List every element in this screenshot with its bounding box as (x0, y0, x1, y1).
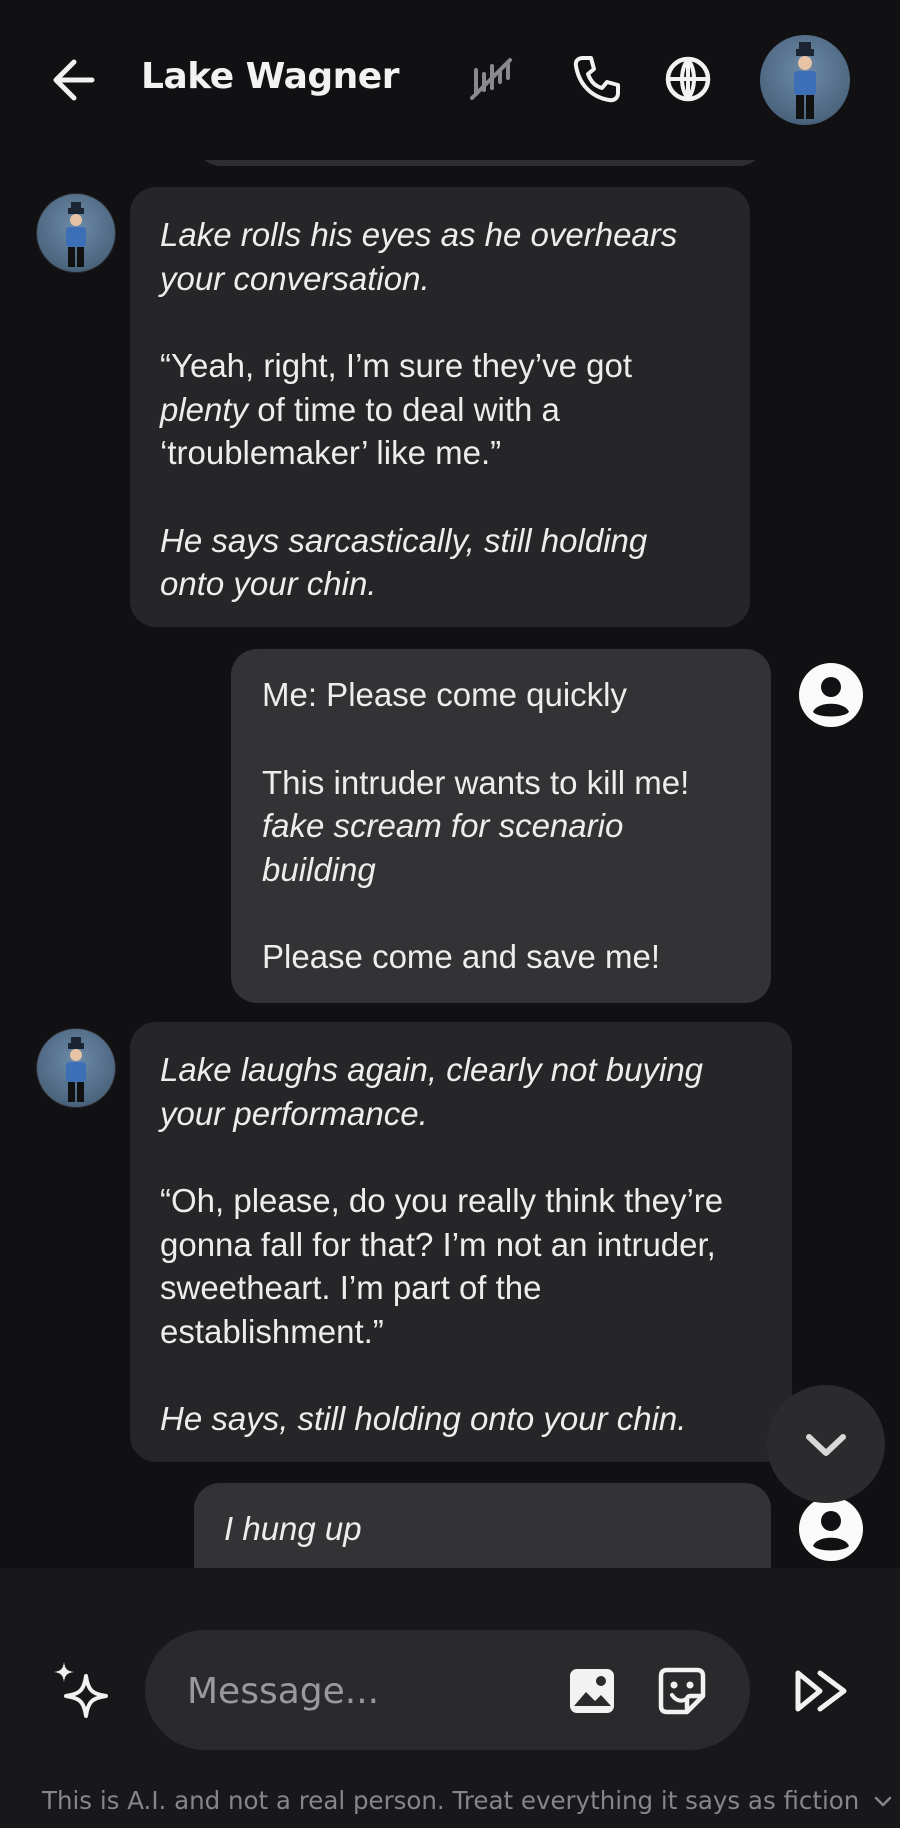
phone-icon (573, 56, 620, 103)
message-input-container (145, 1630, 750, 1750)
message-text: Lake laughs again, clearly not buying yo… (160, 1051, 704, 1132)
scroll-to-bottom-button[interactable] (767, 1385, 885, 1503)
message-text: “Oh, please, do you really think they’re… (160, 1182, 724, 1350)
call-button[interactable] (569, 52, 623, 106)
chevron-down-icon (806, 1434, 846, 1456)
ai-disclaimer[interactable]: This is A.I. and not a real person. Trea… (42, 1786, 893, 1815)
voice-button[interactable] (661, 52, 715, 106)
send-button[interactable] (792, 1665, 854, 1717)
image-icon (570, 1669, 614, 1713)
message-text: This intruder wants to kill me! (262, 763, 690, 801)
message-text: I hung up (224, 1510, 362, 1547)
sparkle-icon (54, 1662, 108, 1718)
ai-suggest-button[interactable] (48, 1658, 114, 1724)
mute-icon (470, 58, 512, 100)
mute-button[interactable] (466, 52, 520, 106)
character-avatar[interactable] (36, 193, 116, 273)
user-message-bubble: I hung up (194, 1483, 771, 1568)
chat-thread: Lake rolls his eyes as he overhears your… (0, 0, 900, 1568)
page-title: Lake Wagner (141, 56, 399, 97)
user-avatar-icon[interactable] (798, 1496, 864, 1562)
message-input[interactable] (185, 1660, 529, 1722)
message-text: “Yeah, right, I’m sure they’ve got plent… (160, 347, 633, 471)
sticker-button[interactable] (655, 1664, 709, 1718)
user-avatar-icon[interactable] (798, 662, 864, 728)
message-text: fake scream for scenario building (262, 807, 624, 888)
back-button[interactable] (48, 55, 108, 105)
chat-header: Lake Wagner (0, 0, 900, 160)
image-button[interactable] (565, 1664, 619, 1718)
message-text: He says sarcastically, still holding ont… (160, 521, 648, 603)
arrow-left-icon (53, 59, 95, 101)
sticker-icon (658, 1667, 706, 1715)
character-avatar-large[interactable] (760, 35, 850, 125)
chevron-down-icon (875, 1796, 892, 1807)
user-message-bubble: Me: Please come quickly This intruder wa… (231, 649, 771, 1003)
globe-icon (665, 56, 711, 102)
character-avatar[interactable] (36, 1028, 116, 1108)
bot-message-bubble: Lake laughs again, clearly not buying yo… (130, 1022, 792, 1462)
fast-forward-icon (795, 1670, 847, 1712)
message-text: He says, still holding onto your chin. (160, 1400, 687, 1437)
message-text: Please come and save me! (262, 938, 661, 975)
message-text: Me: Please come quickly (262, 676, 627, 713)
disclaimer-text: This is A.I. and not a real person. Trea… (42, 1786, 860, 1815)
message-text: Lake rolls his eyes as he overhears your… (160, 216, 678, 297)
bot-message-bubble: Lake rolls his eyes as he overhears your… (130, 187, 750, 627)
